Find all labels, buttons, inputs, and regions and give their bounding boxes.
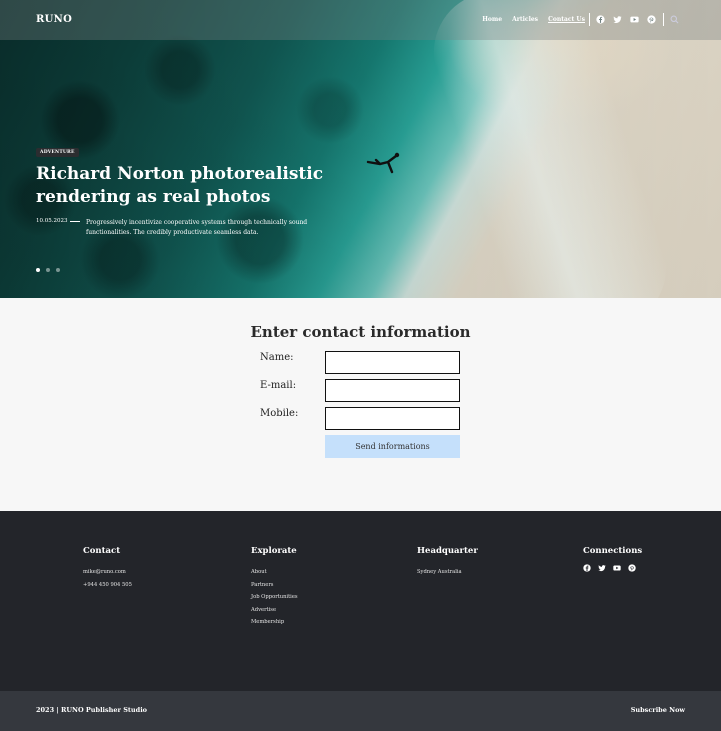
footer-heading-connections: Connections xyxy=(583,546,643,556)
nav-articles[interactable]: Articles xyxy=(512,16,538,23)
hero-banner: RUNO Home Articles Contact Us ADVENTURE … xyxy=(0,0,721,298)
copyright-text: 2023 | RUNO Publisher Studio xyxy=(36,706,147,714)
name-label: Name: xyxy=(260,352,294,363)
footer: Contact mike@runo.com +944 450 904 505 E… xyxy=(0,511,721,691)
date-separator xyxy=(70,221,80,222)
headquarter-location: Sydney Australia xyxy=(417,569,462,575)
nav-links: Home Articles Contact Us xyxy=(482,16,585,23)
hero-overlay xyxy=(0,0,721,298)
hero-description: Progressively incentivize cooperative sy… xyxy=(86,219,308,236)
subscribe-link[interactable]: Subscribe Now xyxy=(631,706,685,714)
slider-dot[interactable] xyxy=(56,268,60,272)
nav-home[interactable]: Home xyxy=(482,16,502,23)
contact-form-title: Enter contact information xyxy=(250,323,471,341)
nav-divider xyxy=(663,13,664,26)
footer-link-partners[interactable]: Partners xyxy=(251,579,298,592)
footer-heading-headquarter: Headquarter xyxy=(417,546,478,556)
twitter-icon[interactable] xyxy=(613,15,622,24)
contact-phone[interactable]: +944 450 904 505 xyxy=(83,579,132,592)
contact-email[interactable]: mike@runo.com xyxy=(83,566,132,579)
pinterest-icon[interactable] xyxy=(628,564,636,572)
send-informations-button[interactable]: Send informations xyxy=(325,435,460,458)
slider-dots xyxy=(36,268,60,272)
social-icons xyxy=(596,15,656,24)
mobile-field[interactable] xyxy=(325,407,460,430)
category-badge[interactable]: ADVENTURE xyxy=(36,148,79,157)
footer-heading-contact: Contact xyxy=(83,546,121,556)
slider-dot[interactable] xyxy=(36,268,40,272)
mobile-label: Mobile: xyxy=(260,408,299,419)
email-label: E-mail: xyxy=(260,380,297,391)
slider-dot[interactable] xyxy=(46,268,50,272)
footer-headquarter: Headquarter Sydney Australia xyxy=(417,546,478,579)
footer-explore: Explorate About Partners Job Opportuniti… xyxy=(251,546,298,629)
youtube-icon[interactable] xyxy=(613,564,621,572)
footer-social-icons xyxy=(583,564,642,572)
footer-link-membership[interactable]: Membership xyxy=(251,616,298,629)
footer-link-advertise[interactable]: Advertise xyxy=(251,604,298,617)
hero-title[interactable]: Richard Norton photorealistic rendering … xyxy=(36,163,336,209)
footer-connections: Connections xyxy=(583,546,642,572)
pinterest-icon[interactable] xyxy=(647,15,656,24)
twitter-icon[interactable] xyxy=(598,564,606,572)
name-field[interactable] xyxy=(325,351,460,374)
search-icon[interactable] xyxy=(670,15,679,24)
nav-contact-us[interactable]: Contact Us xyxy=(548,16,585,23)
email-field[interactable] xyxy=(325,379,460,402)
facebook-icon[interactable] xyxy=(596,15,605,24)
hero-date: 10.05.2023 xyxy=(36,218,68,224)
nav-divider xyxy=(589,13,590,26)
facebook-icon[interactable] xyxy=(583,564,591,572)
footer-contact: Contact mike@runo.com +944 450 904 505 xyxy=(83,546,132,591)
footer-heading-explore: Explorate xyxy=(251,546,297,556)
youtube-icon[interactable] xyxy=(630,15,639,24)
top-navbar: RUNO Home Articles Contact Us xyxy=(0,0,721,40)
footer-link-job-opportunities[interactable]: Job Opportunities xyxy=(251,591,298,604)
footer-bottom-bar: 2023 | RUNO Publisher Studio Subscribe N… xyxy=(0,691,721,731)
site-logo[interactable]: RUNO xyxy=(36,14,72,25)
footer-link-about[interactable]: About xyxy=(251,566,298,579)
